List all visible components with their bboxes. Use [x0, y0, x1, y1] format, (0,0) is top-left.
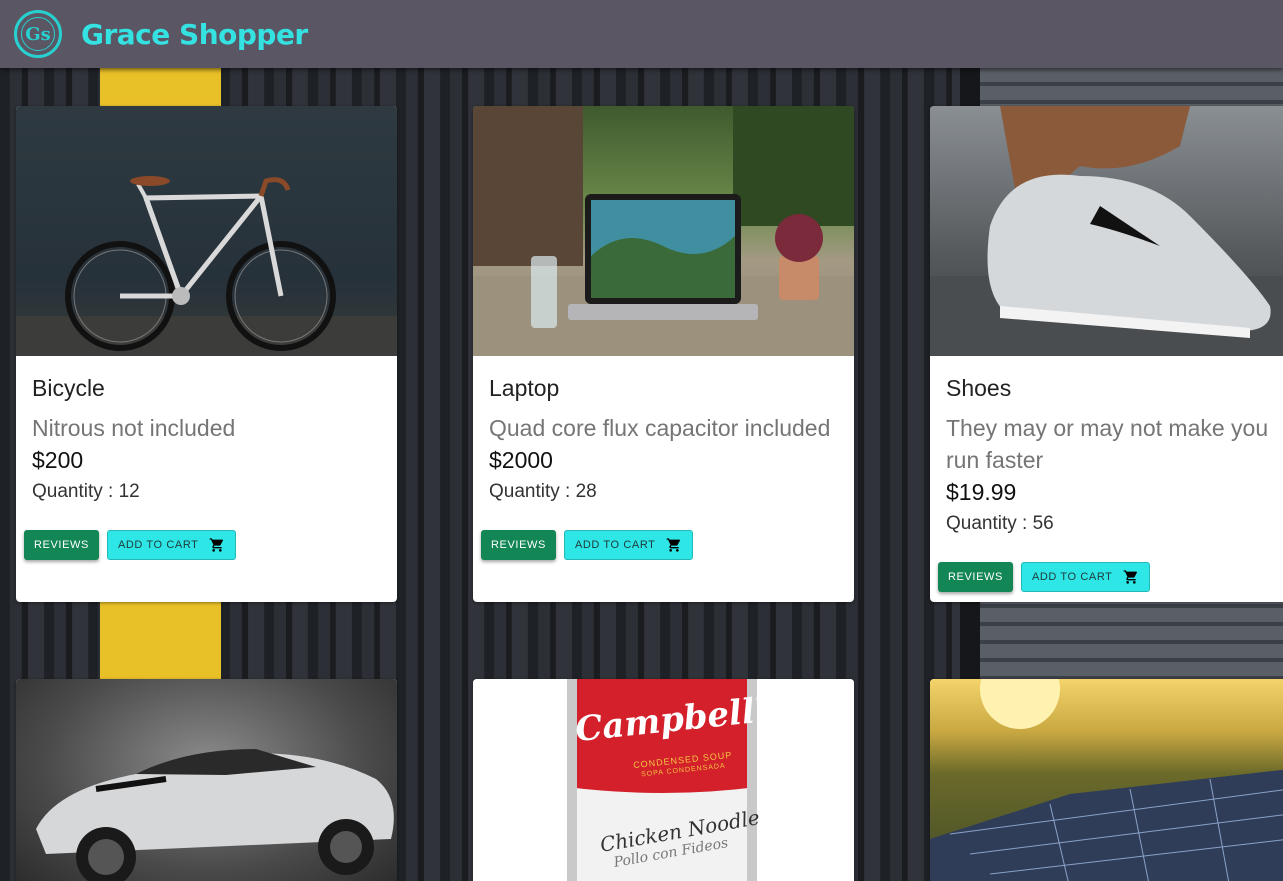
- solar-panel-illustration: [930, 679, 1283, 881]
- logo-text: Gs: [25, 23, 51, 45]
- product-price: $200: [32, 447, 84, 473]
- product-card-soup: Campbell's CONDENSED SOUP SOPA CONDENSAD…: [473, 679, 854, 881]
- product-description: Nitrous not included: [32, 415, 236, 441]
- bicycle-illustration: [16, 176, 397, 356]
- product-title: Laptop: [489, 375, 560, 401]
- add-to-cart-button[interactable]: ADD TO CART: [563, 530, 693, 560]
- add-to-cart-label: ADD TO CART: [1031, 571, 1113, 583]
- product-quantity: Quantity : 28: [489, 481, 597, 502]
- product-card-laptop: Laptop Quad core flux capacitor included…: [473, 106, 854, 602]
- add-to-cart-label: ADD TO CART: [117, 539, 199, 551]
- product-quantity: Quantity : 12: [32, 481, 140, 502]
- reviews-button[interactable]: REVIEWS: [481, 530, 556, 560]
- reviews-button[interactable]: REVIEWS: [938, 562, 1013, 592]
- laptop-illustration: [473, 106, 854, 356]
- product-image-shoes[interactable]: [930, 106, 1283, 356]
- product-description: Quad core flux capacitor included: [489, 415, 831, 441]
- add-to-cart-label: ADD TO CART: [574, 539, 656, 551]
- product-description: They may or may not make you run faster: [946, 415, 1269, 473]
- add-to-cart-button[interactable]: ADD TO CART: [106, 530, 236, 560]
- product-card-shoes: Shoes They may or may not make you run f…: [930, 106, 1283, 602]
- product-image-laptop[interactable]: [473, 106, 854, 356]
- shopping-cart-icon: [666, 538, 680, 552]
- product-quantity: Quantity : 56: [946, 513, 1054, 534]
- product-card-solar: [930, 679, 1283, 881]
- brand-title[interactable]: Grace Shopper: [81, 18, 308, 51]
- product-price: $19.99: [946, 479, 1017, 505]
- product-card-car: [16, 679, 397, 881]
- product-card-bicycle: Bicycle Nitrous not included $200 Quanti…: [16, 106, 397, 602]
- car-illustration: [36, 749, 394, 881]
- app-header: Gs Grace Shopper: [0, 0, 1283, 68]
- shopping-cart-icon: [1123, 570, 1137, 584]
- product-image-solar[interactable]: [930, 679, 1283, 881]
- add-to-cart-button[interactable]: ADD TO CART: [1020, 562, 1150, 592]
- product-title: Shoes: [946, 375, 1012, 401]
- product-price: $2000: [489, 447, 553, 473]
- shoe-illustration: [930, 106, 1283, 356]
- reviews-button[interactable]: REVIEWS: [24, 530, 99, 560]
- product-image-car[interactable]: [16, 679, 397, 881]
- shopping-cart-icon: [209, 538, 223, 552]
- brand-logo-icon[interactable]: Gs: [14, 10, 62, 58]
- product-image-soup[interactable]: Campbell's CONDENSED SOUP SOPA CONDENSAD…: [473, 679, 854, 881]
- product-image-bicycle[interactable]: [16, 106, 397, 356]
- product-title: Bicycle: [32, 375, 105, 401]
